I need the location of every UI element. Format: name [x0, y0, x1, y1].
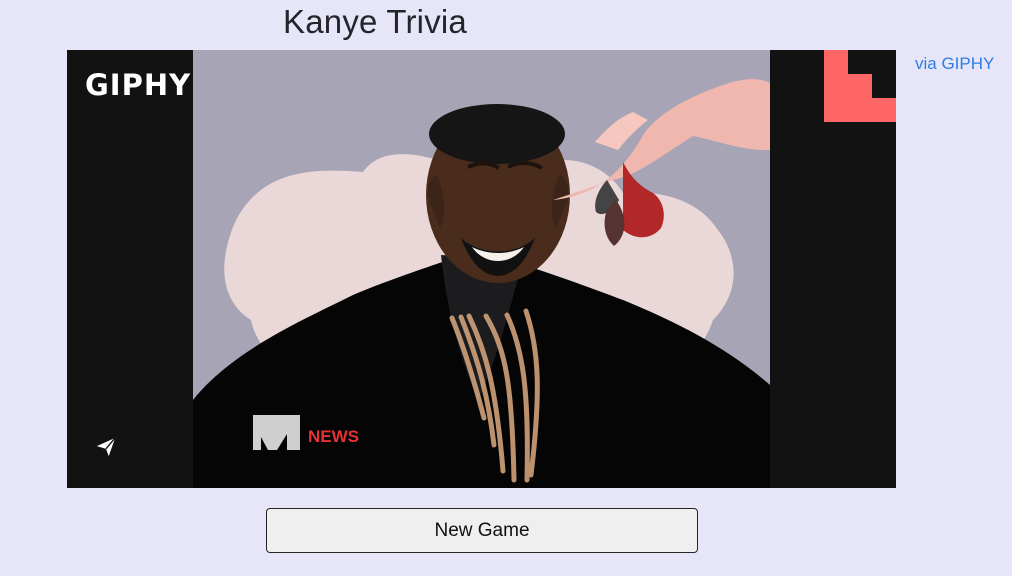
page-title: Kanye Trivia — [283, 3, 467, 40]
via-giphy-link[interactable]: via GIPHY — [915, 54, 994, 74]
new-game-button[interactable]: New Game — [266, 508, 698, 553]
paper-plane-icon — [96, 437, 116, 457]
kanye-gif-illustration: NEWS — [193, 50, 770, 488]
svg-text:NEWS: NEWS — [308, 427, 359, 446]
share-button[interactable] — [85, 426, 127, 468]
giphy-sticker-corner — [824, 50, 896, 122]
gif-image[interactable]: NEWS — [193, 50, 770, 488]
giphy-logo: GIPHY — [85, 68, 192, 102]
giphy-embed[interactable]: GIPHY NEWS — [67, 50, 896, 488]
